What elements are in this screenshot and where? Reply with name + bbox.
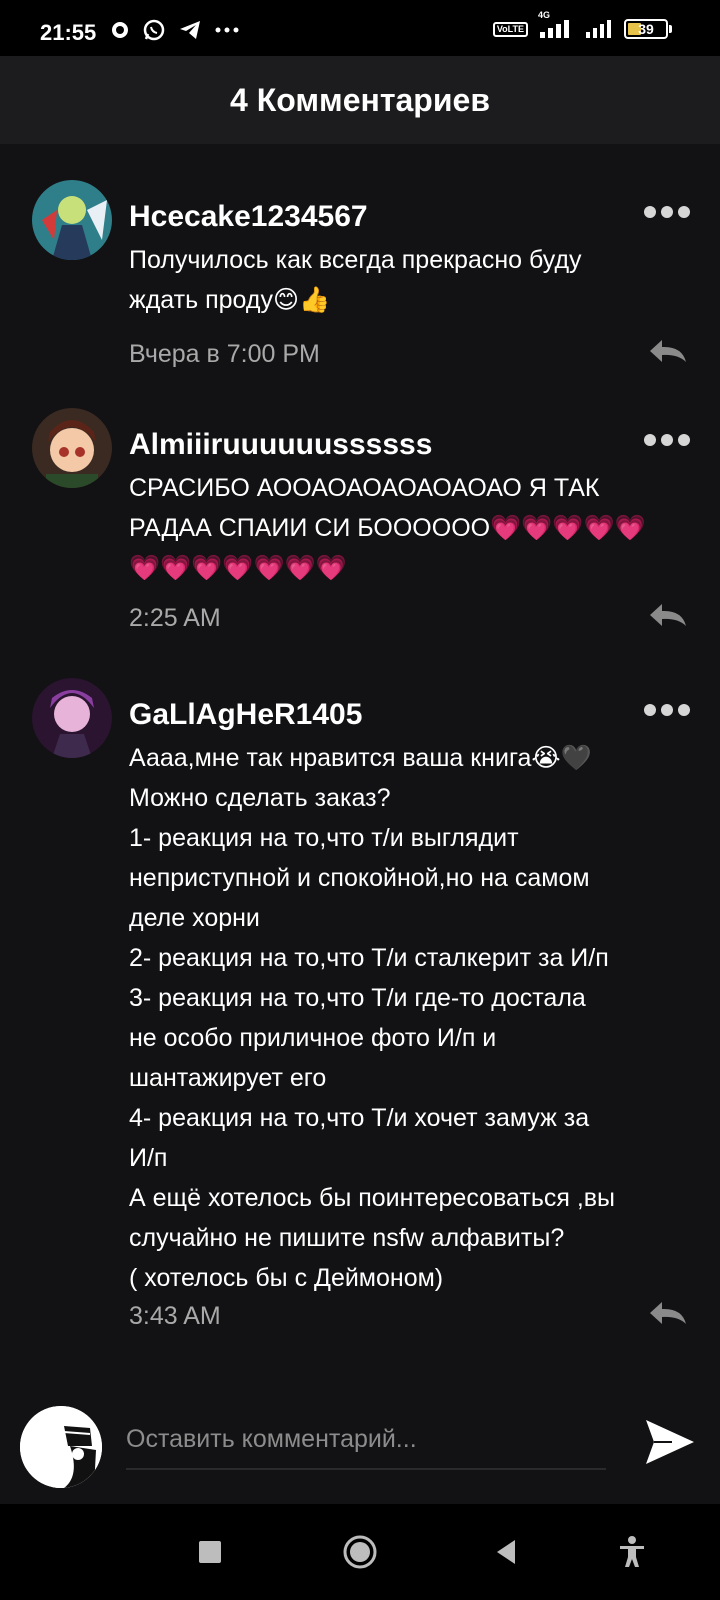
- comment-timestamp: 2:25 AM: [129, 604, 221, 632]
- accessibility-icon[interactable]: [612, 1532, 652, 1572]
- comment-text: Получилось как всегда прекрасно буду жда…: [129, 246, 582, 314]
- comment-input-row: [0, 1380, 720, 1500]
- reply-icon[interactable]: [646, 336, 690, 366]
- comment-timestamp: Вчера в 7:00 PM: [129, 340, 320, 368]
- more-notifications-icon: [214, 26, 240, 34]
- battery-icon: 39: [624, 19, 672, 39]
- comment-username[interactable]: GaLlAgHeR1405: [129, 698, 362, 732]
- status-notification-icons: [110, 18, 240, 42]
- whatsapp-icon: [142, 18, 166, 42]
- comment-text: СРАСИБО АООАОАОАОАОАОАО Я ТАК РАДАА СПАИ…: [129, 474, 646, 582]
- send-icon[interactable]: [642, 1414, 698, 1470]
- comment-text: Аааа,мне так нравится ваша книга😭🖤 Можно…: [129, 744, 616, 1292]
- my-avatar[interactable]: [20, 1406, 102, 1488]
- status-time: 21:55: [40, 20, 97, 45]
- header: 4 Комментариев: [0, 56, 720, 144]
- system-nav-bar: [0, 1504, 720, 1600]
- comment-username[interactable]: Almiiiruuuuuussssss: [129, 428, 432, 462]
- avatar[interactable]: [32, 408, 112, 488]
- status-bar: 21:55 Vo LTE 4G 39: [0, 0, 720, 56]
- more-dots-icon[interactable]: [644, 432, 690, 448]
- avatar[interactable]: [32, 678, 112, 758]
- more-dots-icon[interactable]: [644, 204, 690, 220]
- status-system-icons: Vo LTE 4G 39: [492, 10, 672, 40]
- signal-4g-icon: 4G: [538, 10, 574, 40]
- reply-icon[interactable]: [646, 600, 690, 630]
- telegram-icon: [178, 19, 202, 41]
- comment-input[interactable]: [126, 1410, 606, 1470]
- volte-icon: Vo LTE: [492, 21, 528, 37]
- comment-username[interactable]: Hcecake1234567: [129, 200, 368, 234]
- home-circle-icon[interactable]: [340, 1532, 380, 1572]
- reply-icon[interactable]: [646, 1298, 690, 1328]
- more-dots-icon[interactable]: [644, 702, 690, 718]
- page-title: 4 Комментариев: [230, 81, 490, 118]
- back-triangle-icon[interactable]: [486, 1532, 526, 1572]
- signal-icon: [584, 18, 614, 40]
- comment-timestamp: 3:43 AM: [129, 1302, 221, 1330]
- avatar[interactable]: [32, 180, 112, 260]
- stop-square-icon[interactable]: [190, 1532, 230, 1572]
- notification-app-icon: [110, 20, 130, 40]
